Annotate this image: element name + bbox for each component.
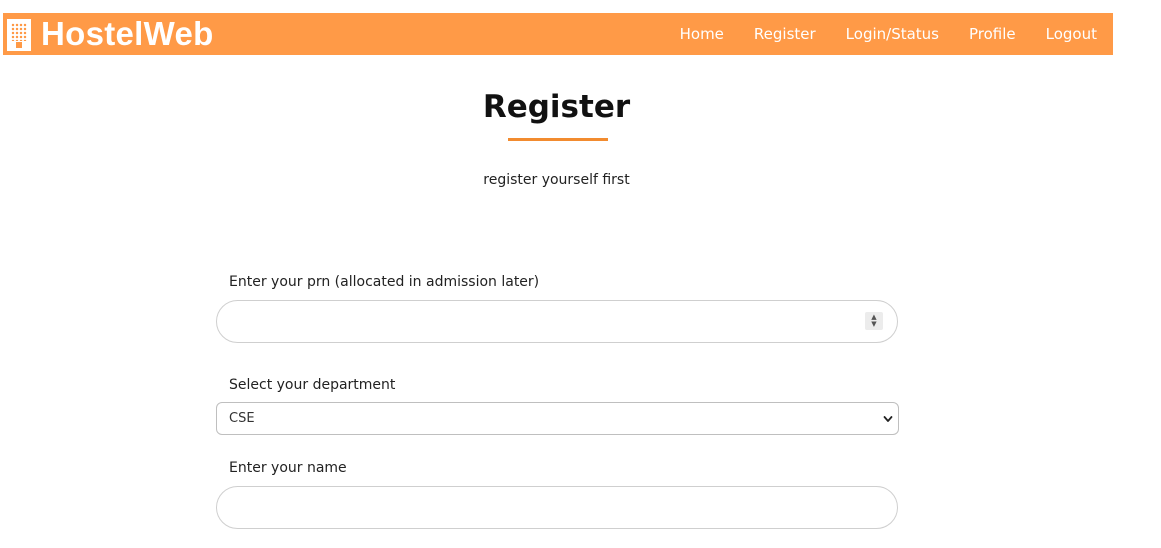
hostel-building-icon[interactable]: [7, 19, 31, 51]
brand-logo-text[interactable]: HostelWeb: [41, 14, 214, 54]
top-navbar: HostelWeb Home Register Login/Status Pro…: [3, 13, 1113, 55]
name-input[interactable]: [216, 486, 898, 529]
prn-label: Enter your prn (allocated in admission l…: [229, 274, 540, 290]
nav-profile-link[interactable]: Profile: [969, 25, 1016, 43]
page-title: Register: [482, 89, 631, 125]
department-selected-value: CSE: [229, 411, 255, 426]
page-subtitle: register yourself first: [483, 172, 630, 188]
department-select[interactable]: CSE: [216, 402, 899, 435]
chevron-down-icon[interactable]: ▼: [871, 321, 876, 328]
chevron-down-icon: [883, 416, 893, 422]
nav-links: Home Register Login/Status Profile Logou…: [650, 13, 1097, 55]
title-underline: [508, 138, 608, 141]
nav-login-status-link[interactable]: Login/Status: [846, 25, 939, 43]
nav-register-link[interactable]: Register: [754, 25, 816, 43]
prn-input[interactable]: [216, 300, 898, 343]
nav-home-link[interactable]: Home: [680, 25, 724, 43]
prn-number-spinner[interactable]: ▲ ▼: [865, 312, 883, 330]
name-label: Enter your name: [229, 460, 347, 476]
nav-logout-link[interactable]: Logout: [1046, 25, 1097, 43]
department-label: Select your department: [229, 377, 396, 393]
